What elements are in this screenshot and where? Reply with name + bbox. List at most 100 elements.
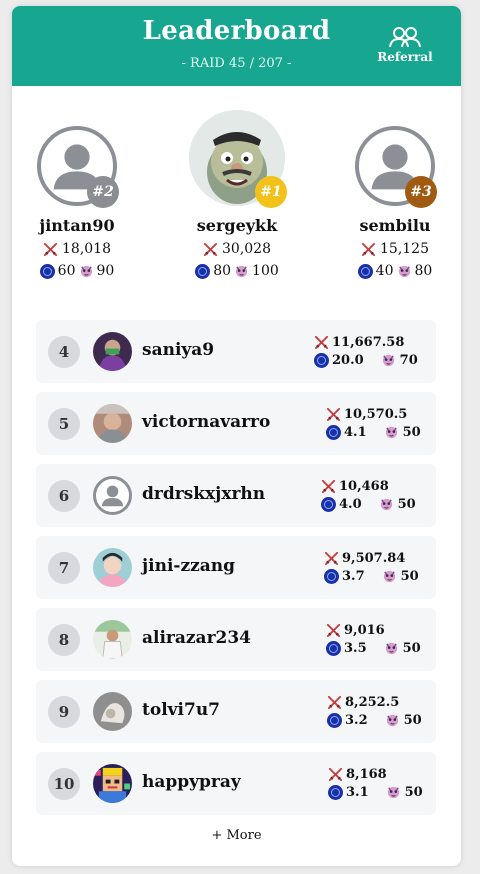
leaderboard-header: Leaderboard - RAID 45 / 207 - Referral — [12, 6, 461, 86]
rank-number: 7 — [48, 552, 80, 584]
coin-value: 40 — [375, 263, 394, 279]
pet-value: 50 — [403, 712, 422, 728]
avatar — [93, 404, 132, 443]
coin-value: 80 — [213, 263, 232, 279]
player-name: sergeykk — [196, 216, 278, 235]
pet-value: 50 — [400, 568, 419, 584]
player-stats: 11,667.58 20.0 70 — [314, 333, 418, 369]
coin-icon — [321, 496, 336, 512]
coin-icon — [314, 352, 329, 368]
pet-icon — [379, 497, 394, 512]
score-value: 11,667.58 — [332, 334, 405, 350]
player-stats: 10,468 4.0 50 — [321, 477, 416, 513]
table-row[interactable]: 4 saniya9 11,667.58 20.0 70 — [36, 320, 436, 383]
coin-value: 60 — [57, 263, 76, 279]
pet-icon — [397, 264, 412, 279]
score-value: 8,252.5 — [345, 694, 400, 710]
player-stats: 9,507.84 3.7 50 — [324, 549, 419, 585]
player-name: tolvi7u7 — [142, 700, 221, 720]
player-score: 30,028 — [177, 241, 297, 257]
score-value: 30,028 — [222, 241, 271, 257]
avatar: #1 — [189, 110, 287, 208]
pet-value: 70 — [399, 352, 418, 368]
coin-icon — [328, 784, 343, 800]
table-row[interactable]: 6 drdrskxjxrhn 10,468 4.0 50 — [36, 464, 436, 527]
coin-icon — [326, 640, 341, 656]
leaderboard-card: Leaderboard - RAID 45 / 207 - Referral #… — [12, 6, 461, 866]
score-value: 18,018 — [62, 241, 111, 257]
people-icon — [389, 27, 421, 48]
score-value: 9,507.84 — [342, 550, 406, 566]
coin-value: 3.5 — [344, 640, 367, 656]
coin-value: 20.0 — [332, 352, 364, 368]
rank-badge: #3 — [405, 176, 437, 208]
rank-number: 9 — [48, 696, 80, 728]
player-name: saniya9 — [142, 340, 215, 360]
podium-third[interactable]: #3 sembilu 15,125 40 80 — [335, 126, 455, 279]
pet-value: 90 — [96, 263, 115, 279]
player-stats: 9,016 3.5 50 — [326, 621, 421, 657]
table-row[interactable]: 10 happypray 8,168 3.1 50 — [36, 752, 436, 815]
table-row[interactable]: 7 jini-zzang 9,507.84 3.7 50 — [36, 536, 436, 599]
table-row[interactable]: 9 tolvi7u7 8,252.5 3.2 50 — [36, 680, 436, 743]
crossed-swords-icon — [314, 335, 329, 350]
score-value: 9,016 — [344, 622, 385, 638]
rank-number: 8 — [48, 624, 80, 656]
crossed-swords-icon — [324, 551, 339, 566]
avatar — [93, 764, 132, 803]
rank-number: 4 — [48, 336, 80, 368]
player-name: drdrskxjxrhn — [142, 484, 266, 504]
avatar: #2 — [37, 126, 119, 208]
coin-value: 4.1 — [344, 424, 367, 440]
score-value: 15,125 — [380, 241, 429, 257]
avatar: #3 — [355, 126, 437, 208]
podium-second[interactable]: #2 jintan90 18,018 60 90 — [17, 126, 137, 279]
avatar — [93, 476, 132, 515]
rank-number: 10 — [48, 768, 80, 800]
avatar — [93, 620, 132, 659]
pet-value: 50 — [402, 424, 421, 440]
default-user-icon — [96, 479, 129, 512]
crossed-swords-icon — [43, 242, 58, 257]
more-link[interactable]: + More — [12, 828, 461, 843]
pet-icon — [385, 713, 400, 728]
pet-value: 100 — [252, 263, 279, 279]
pet-value: 50 — [404, 784, 423, 800]
score-value: 10,468 — [339, 478, 389, 494]
coin-icon — [327, 712, 342, 728]
pet-value: 50 — [402, 640, 421, 656]
player-stats: 40 80 — [335, 263, 455, 279]
coin-icon — [357, 263, 373, 279]
table-row[interactable]: 8 alirazar234 9,016 3.5 50 — [36, 608, 436, 671]
player-name: jintan90 — [39, 216, 115, 235]
referral-button[interactable]: Referral — [372, 26, 438, 64]
referral-label: Referral — [377, 50, 433, 64]
crossed-swords-icon — [326, 623, 341, 638]
player-stats: 60 90 — [17, 263, 137, 279]
crossed-swords-icon — [326, 407, 341, 422]
avatar — [93, 548, 132, 587]
rank-badge: #2 — [87, 176, 119, 208]
pet-value: 50 — [397, 496, 416, 512]
coin-value: 4.0 — [339, 496, 362, 512]
pet-icon — [384, 425, 399, 440]
pet-icon — [234, 264, 249, 279]
coin-icon — [39, 263, 55, 279]
player-stats: 10,570.5 4.1 50 — [326, 405, 421, 441]
crossed-swords-icon — [327, 695, 342, 710]
pet-icon — [79, 264, 94, 279]
player-name: sembilu — [359, 216, 431, 235]
player-name: victornavarro — [142, 412, 271, 432]
crossed-swords-icon — [321, 479, 336, 494]
pet-icon — [386, 785, 401, 800]
coin-value: 3.2 — [345, 712, 368, 728]
crossed-swords-icon — [203, 242, 218, 257]
crossed-swords-icon — [328, 767, 343, 782]
pet-value: 80 — [414, 263, 433, 279]
table-row[interactable]: 5 victornavarro 10,570.5 4.1 50 — [36, 392, 436, 455]
coin-value: 3.7 — [342, 568, 365, 584]
podium-first[interactable]: #1 sergeykk 30,028 80 100 — [177, 110, 297, 279]
coin-icon — [326, 424, 341, 440]
avatar — [93, 692, 132, 731]
score-value: 10,570.5 — [344, 406, 408, 422]
